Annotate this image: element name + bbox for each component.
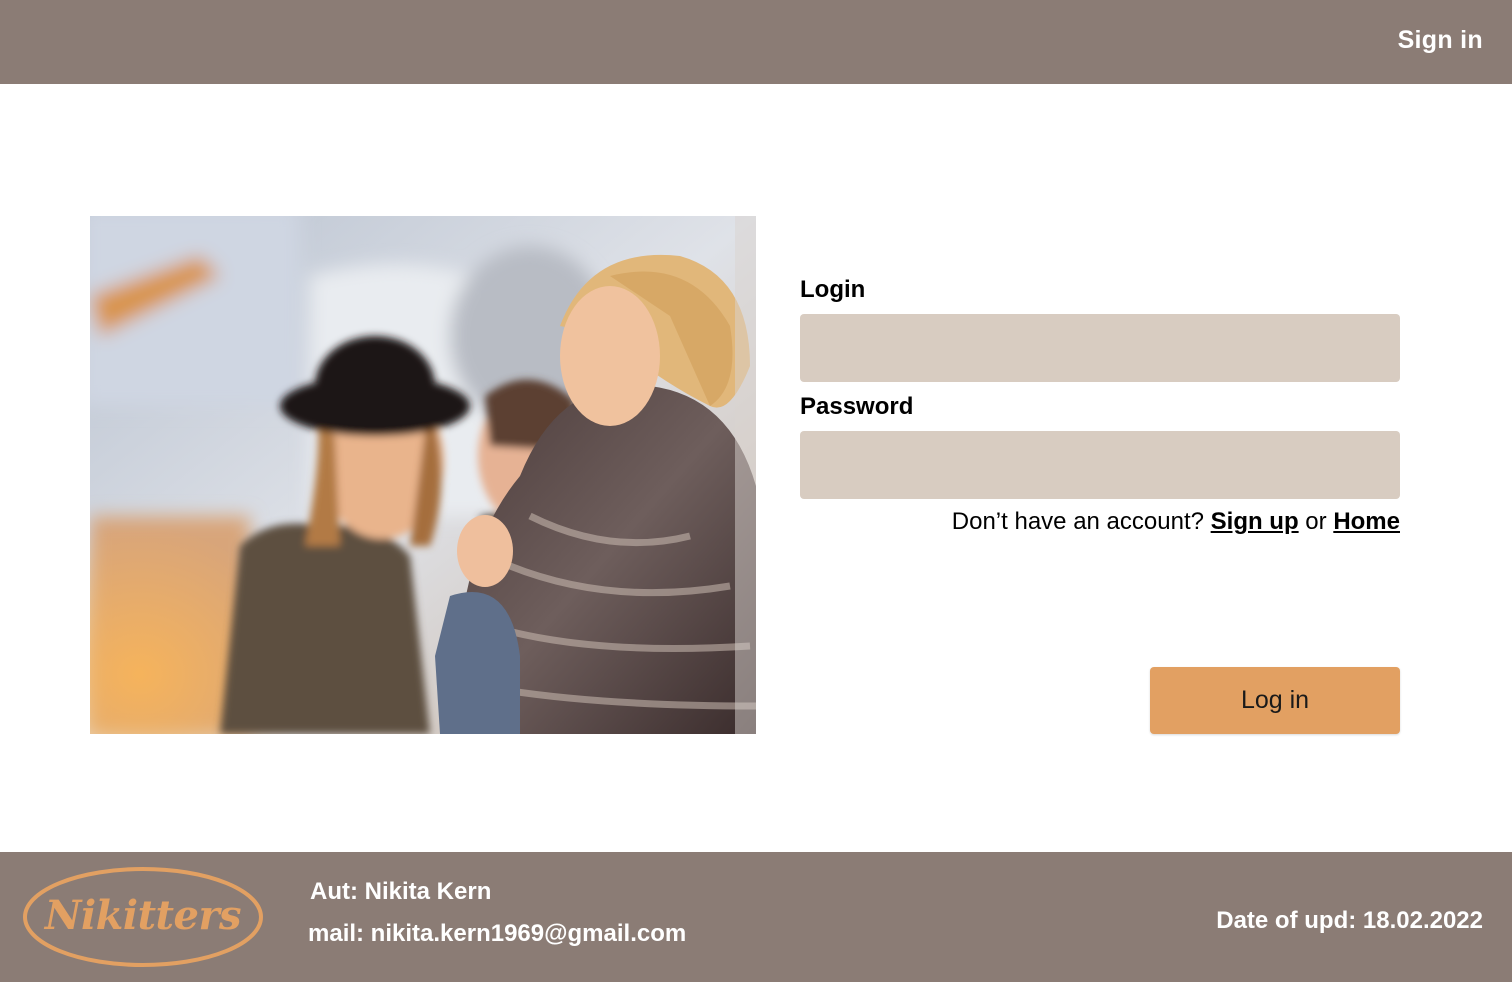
- top-bar: Sign in: [0, 0, 1512, 84]
- log-in-button[interactable]: Log in: [1150, 667, 1400, 734]
- password-input[interactable]: [800, 431, 1400, 499]
- friends-photo-illustration: [90, 216, 756, 734]
- update-date-text: Date of upd: 18.02.2022: [1216, 907, 1483, 934]
- login-form: Login Password Don’t have an account? Si…: [800, 216, 1400, 734]
- login-label: Login: [800, 276, 866, 303]
- nikitters-logo: Nikitters: [22, 866, 264, 968]
- login-input[interactable]: [800, 314, 1400, 382]
- or-text: or: [1305, 508, 1327, 535]
- mail-text: mail: nikita.kern1969@gmail.com: [308, 920, 687, 947]
- friends-photo: [90, 216, 756, 734]
- home-link[interactable]: Home: [1333, 508, 1400, 535]
- logo-text: Nikitters: [44, 892, 242, 939]
- sign-up-link[interactable]: Sign up: [1211, 508, 1299, 535]
- account-prompt: Don’t have an account? Sign up or Home: [952, 508, 1400, 536]
- author-text: Aut: Nikita Kern: [310, 878, 492, 905]
- footer: Nikitters Aut: Nikita Kern mail: nikita.…: [0, 852, 1512, 982]
- sign-in-link[interactable]: Sign in: [1398, 26, 1483, 55]
- no-account-text: Don’t have an account?: [951, 508, 1204, 535]
- password-label: Password: [800, 393, 914, 420]
